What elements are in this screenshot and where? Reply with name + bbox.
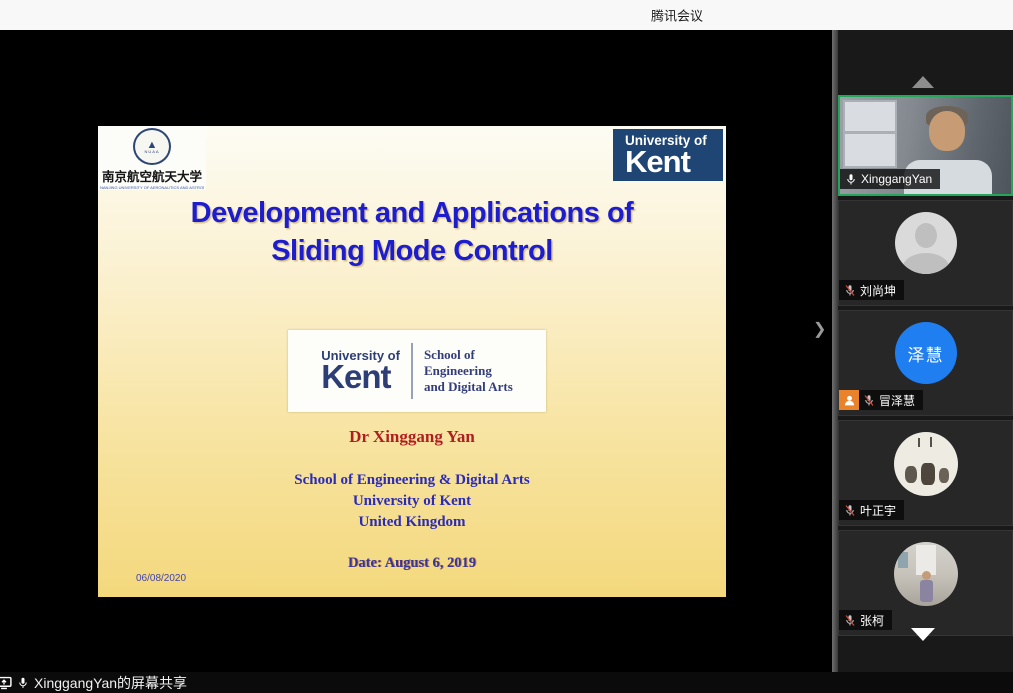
affiliation-line3: United Kingdom (98, 512, 726, 533)
member-badge-icon (839, 390, 859, 410)
participant-name: 张柯 (860, 612, 884, 629)
affiliation-line1: School of Engineering & Digital Arts (98, 470, 726, 491)
nuaa-name-cn: 南京航空航天大学 (102, 166, 202, 185)
window-titlebar: 腾讯会议 (0, 0, 1013, 30)
presentation-slide: ▲ NUAA 南京航空航天大学 NANJING UNIVERSITY OF AE… (98, 126, 726, 597)
avatar: 泽慧 (895, 322, 957, 384)
photo-avatar (894, 542, 958, 606)
mic-muted-icon (844, 614, 856, 627)
video-window-bar (843, 131, 897, 134)
participant-name: 叶正宇 (860, 502, 896, 519)
participants-sidebar: XinggangYan 刘尚坤 (832, 30, 1013, 693)
participant-label: 叶正宇 (839, 500, 904, 520)
meeting-window: 腾讯会议 ▲ NUAA 南京航空航天大学 NANJING UNIVERSITY … (0, 0, 1013, 693)
center-logo-school-line3: and Digital Arts (424, 379, 513, 395)
kent-school-logo-university: University of Kent (321, 349, 400, 393)
participant-label: 冒泽慧 (839, 390, 923, 410)
center-logo-school-line1: School of (424, 347, 513, 363)
kent-school-logo-school: School of Engineering and Digital Arts (424, 347, 513, 395)
mic-on-icon (845, 173, 857, 186)
nuaa-emblem-label: NUAA (144, 150, 159, 154)
mic-on-icon (17, 676, 29, 690)
scroll-up-arrow-icon[interactable] (912, 76, 934, 88)
participant-label: 刘尚坤 (839, 280, 904, 300)
slide-title: Development and Applications of Sliding … (98, 194, 726, 270)
video-window-shape (843, 100, 897, 168)
slide-title-line1: Development and Applications of (98, 194, 726, 232)
participant-tile[interactable]: 泽慧 冒泽慧 (838, 310, 1013, 416)
sidebar-collapse-chevron-icon[interactable]: ❯ (813, 319, 826, 339)
photo-avatar (894, 432, 958, 496)
share-statusbar: XinggangYan的屏幕共享 (0, 672, 1013, 693)
nuaa-emblem-icon: ▲ NUAA (133, 128, 171, 165)
participant-name: 冒泽慧 (879, 392, 915, 409)
screen-share-icon (0, 676, 12, 690)
slide-title-line2: Sliding Mode Control (98, 232, 726, 270)
nuaa-name-en: NANJING UNIVERSITY OF AERONAUTICS AND AS… (100, 185, 204, 190)
kent-school-logo: University of Kent School of Engineering… (288, 330, 546, 412)
participant-tile[interactable]: 刘尚坤 (838, 200, 1013, 306)
share-status-text: XinggangYan的屏幕共享 (34, 673, 187, 693)
logo-divider (411, 343, 413, 399)
participant-tile[interactable]: 张柯 (838, 530, 1013, 636)
mic-muted-icon (863, 394, 875, 407)
kent-logo: University of Kent (613, 129, 723, 181)
participant-name: 刘尚坤 (860, 282, 896, 299)
slide-date: Date: August 6, 2019 (98, 555, 726, 572)
initials-avatar: 泽慧 (895, 322, 957, 384)
avatar (894, 432, 958, 496)
screen-share-stage: ▲ NUAA 南京航空航天大学 NANJING UNIVERSITY OF AE… (0, 30, 832, 693)
presenter-name: Dr Xinggang Yan (98, 427, 726, 447)
participant-label: XinggangYan (840, 169, 940, 189)
mic-muted-icon (844, 504, 856, 517)
scroll-down-arrow-icon[interactable] (911, 628, 935, 641)
center-logo-school-line2: Engineering (424, 363, 513, 379)
video-person-head (929, 111, 965, 151)
participant-tile[interactable]: XinggangYan (838, 95, 1013, 196)
avatar (895, 212, 957, 274)
participant-tile[interactable]: 叶正宇 (838, 420, 1013, 526)
nuaa-logo: ▲ NUAA 南京航空航天大学 NANJING UNIVERSITY OF AE… (98, 126, 206, 190)
app-title: 腾讯会议 (651, 6, 703, 25)
mic-muted-icon (844, 284, 856, 297)
affiliation-block: School of Engineering & Digital Arts Uni… (98, 470, 726, 533)
avatar (894, 542, 958, 606)
silhouette-avatar-icon (895, 212, 957, 274)
affiliation-line2: University of Kent (98, 491, 726, 512)
kent-logo-line2: Kent (625, 146, 723, 177)
center-logo-uni-line2: Kent (321, 360, 400, 393)
slide-corner-date: 06/08/2020 (136, 573, 186, 584)
participant-name: XinggangYan (861, 172, 932, 186)
participant-label: 张柯 (839, 610, 892, 630)
